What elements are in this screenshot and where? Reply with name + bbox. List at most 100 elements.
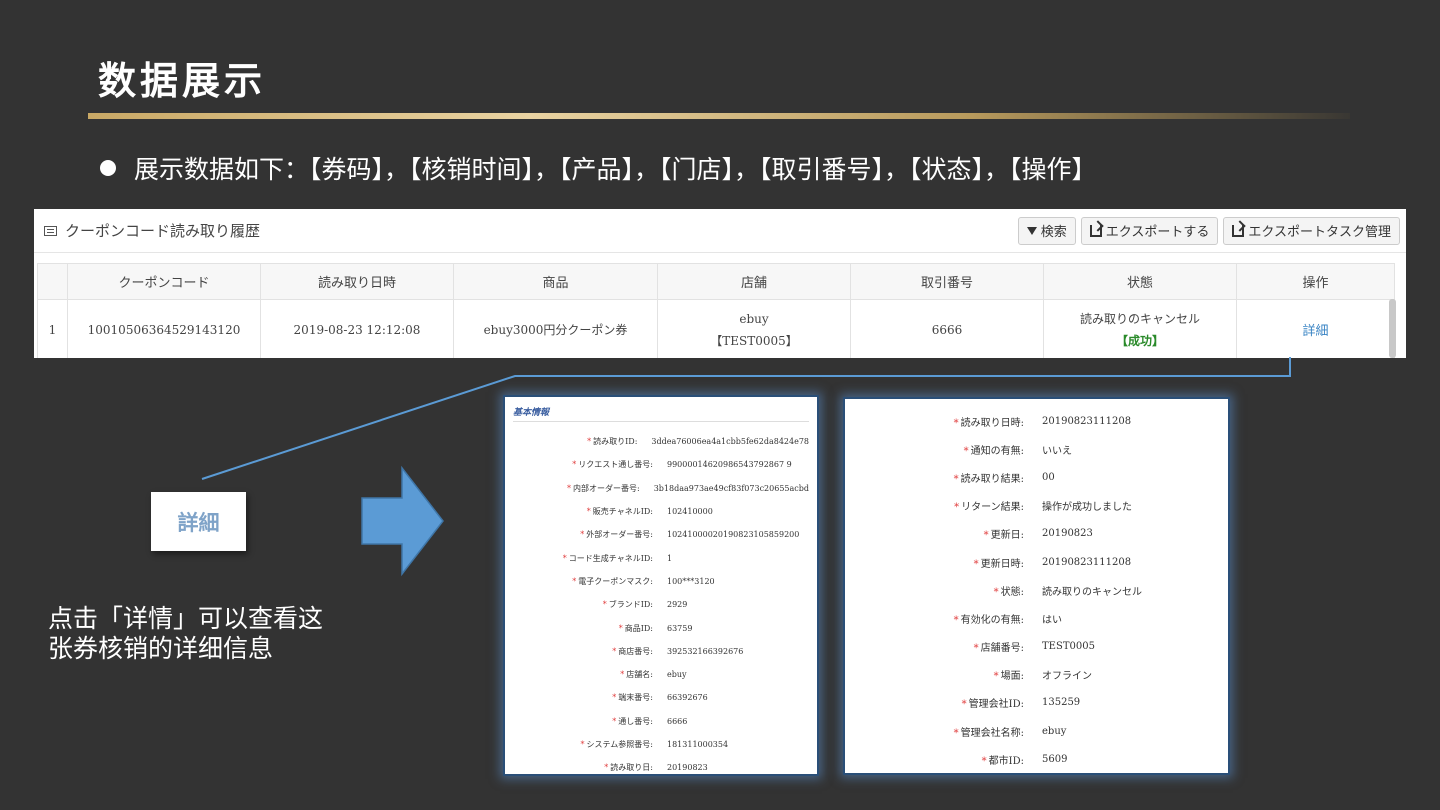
col-store[interactable]: 店舗 xyxy=(657,263,851,300)
required-mark-icon: * xyxy=(961,699,967,711)
field-label: * 有効化の有無: xyxy=(845,611,1024,626)
field-label: * 商店番号: xyxy=(513,646,653,657)
required-mark-icon: * xyxy=(572,460,577,470)
field-value: 392532166392676 xyxy=(667,646,744,656)
list-item: * コード生成チャネルID: 1 xyxy=(513,546,809,569)
field-value: ebuy xyxy=(667,670,687,680)
list-item: * 商店番号: 392532166392676 xyxy=(513,640,809,663)
field-label: * 電子クーポンマスク: xyxy=(513,576,653,587)
required-mark-icon: * xyxy=(973,643,979,655)
search-button[interactable]: 検索 xyxy=(1017,216,1076,245)
col-index xyxy=(37,263,68,300)
field-label-text: コード生成チャネルID: xyxy=(568,553,653,563)
field-value: 100***3120 xyxy=(667,576,715,586)
list-item: * 状態: 読み取りのキャンセル xyxy=(845,576,1228,604)
table-row: 1 10010506364529143120 2019-08-23 12:12:… xyxy=(37,299,1395,358)
col-coupon-code[interactable]: クーポンコード xyxy=(67,263,261,300)
required-mark-icon: * xyxy=(612,693,617,703)
field-value: 3b18daa973ae49cf83f073c20655acbd xyxy=(653,483,809,493)
detail-link[interactable]: 詳細 xyxy=(1302,324,1328,339)
panel-title-text: クーポンコード読み取り履歴 xyxy=(65,222,261,240)
field-label: * 読み取り日時: xyxy=(845,414,1024,429)
field-label-text: リクエスト通し番号: xyxy=(578,460,653,470)
field-label: * 読み取り日: xyxy=(513,762,653,773)
row-status-text: 読み取りのキャンセル xyxy=(1079,311,1200,326)
export-button-label: エクスポートする xyxy=(1105,225,1210,240)
col-transaction-no[interactable]: 取引番号 xyxy=(850,263,1044,300)
field-label: * 店舗番号: xyxy=(845,639,1024,654)
required-mark-icon: * xyxy=(580,740,585,749)
field-label: * 商品ID: xyxy=(513,623,653,634)
field-label-text: システム参照番号: xyxy=(586,740,653,749)
field-label-text: 内部オーダー番号: xyxy=(573,483,640,493)
required-mark-icon: * xyxy=(981,755,987,767)
field-label: * 更新日: xyxy=(845,526,1024,541)
list-icon xyxy=(44,225,57,236)
field-value: 2929 xyxy=(667,600,688,610)
list-item: * 管理会社ID: 135259 xyxy=(845,689,1228,717)
export-task-button[interactable]: エクスポートタスク管理 xyxy=(1223,216,1400,245)
field-label: * 通知の有無: xyxy=(845,442,1024,457)
list-item: * 販売チャネルID: 102410000 xyxy=(513,500,809,523)
field-label: * リターン結果: xyxy=(845,498,1024,513)
field-label: * リクエスト通し番号: xyxy=(513,459,653,470)
table-scrollbar[interactable] xyxy=(1389,299,1396,358)
coupon-table: クーポンコード 読み取り日時 商品 店舗 取引番号 状態 操作 1 100105… xyxy=(37,263,1395,358)
col-product[interactable]: 商品 xyxy=(453,263,658,300)
field-label-text: 読み取りID: xyxy=(593,437,638,447)
list-item: * 読み取り日時: 20190823111208 xyxy=(845,407,1228,435)
field-label-text: 電子クーポンマスク: xyxy=(578,576,653,586)
field-value: 00 xyxy=(1042,471,1055,483)
field-label: * 端末番号: xyxy=(513,692,653,703)
detail-screenshot-status: * 読み取り日時: 20190823111208 * 通知の有無: いいえ * 読み取り結果:… xyxy=(843,397,1230,775)
list-item: * 読み取りID: 3ddea76006ea4a1cbb5fe62da8424e78 xyxy=(513,430,809,453)
required-mark-icon: * xyxy=(963,445,969,457)
col-status[interactable]: 状態 xyxy=(1043,263,1237,300)
bullet-point: 展示数据如下：【券码】，【核销时间】，【产品】，【门店】，【取引番号】，【状态】… xyxy=(100,150,1097,186)
field-label-text: 通知の有無: xyxy=(970,445,1024,457)
row-status-result: 【成功】 xyxy=(1115,333,1164,348)
row-product: ebuy3000円分クーポン券 xyxy=(453,299,658,358)
required-mark-icon: * xyxy=(993,586,999,598)
field-label-text: 都市ID: xyxy=(988,755,1024,767)
field-value: 10241000020190823105859200 xyxy=(667,530,800,540)
panel-toolbar: 検索 エクスポートする エクスポートタスク管理 xyxy=(1017,216,1400,245)
list-item: * 店舗名: ebuy xyxy=(513,663,809,686)
field-value: 20190823 xyxy=(667,763,708,773)
field-value: 66392676 xyxy=(667,693,708,703)
right-arrow-icon xyxy=(361,465,444,577)
field-value: 99000014620986543792867 9 xyxy=(667,460,792,470)
field-label-text: 商店番号: xyxy=(618,646,653,656)
row-coupon-code: 10010506364529143120 xyxy=(67,299,261,358)
required-mark-icon: * xyxy=(954,502,960,514)
list-item: * 読み取り日: 20190823 xyxy=(513,756,809,779)
list-item: * 電子クーポンマスク: 100***3120 xyxy=(513,570,809,593)
list-item: * 更新日時: 20190823111208 xyxy=(845,548,1228,576)
field-label: * 更新日時: xyxy=(845,555,1024,570)
required-mark-icon: * xyxy=(620,670,625,680)
field-label: * 内部オーダー番号: xyxy=(513,483,640,494)
slide-title: 数据展示 xyxy=(98,59,267,103)
list-item: * ブランドID: 2929 xyxy=(513,593,809,616)
list-item: * リターン結果: 操作が成功しました xyxy=(845,492,1228,520)
field-label: * 状態: xyxy=(845,583,1024,598)
field-value: 20190823111208 xyxy=(1042,415,1132,427)
row-status: 読み取りのキャンセル 【成功】 xyxy=(1043,299,1237,358)
field-label: * 販売チャネルID: xyxy=(513,506,653,517)
field-label-text: 端末番号: xyxy=(618,693,653,703)
field-label-text: 状態: xyxy=(1000,586,1024,598)
field-value: 読み取りのキャンセル xyxy=(1042,586,1142,598)
list-item: * 更新日: 20190823 xyxy=(845,520,1228,548)
field-label-text: 店舗番号: xyxy=(980,643,1024,655)
field-value: TEST0005 xyxy=(1042,641,1095,653)
table-header-row: クーポンコード 読み取り日時 商品 店舗 取引番号 状態 操作 xyxy=(37,263,1395,300)
col-datetime[interactable]: 読み取り日時 xyxy=(260,263,454,300)
field-label: * システム参照番号: xyxy=(513,739,653,750)
row-store-code: 【TEST0005】 xyxy=(710,333,798,348)
required-mark-icon: * xyxy=(953,473,959,485)
col-action: 操作 xyxy=(1236,263,1395,300)
export-button[interactable]: エクスポートする xyxy=(1080,216,1219,245)
list-item: * 管理会社名称: ebuy xyxy=(845,717,1228,745)
required-mark-icon: * xyxy=(983,530,989,542)
field-label-text: 場面: xyxy=(1000,671,1024,683)
